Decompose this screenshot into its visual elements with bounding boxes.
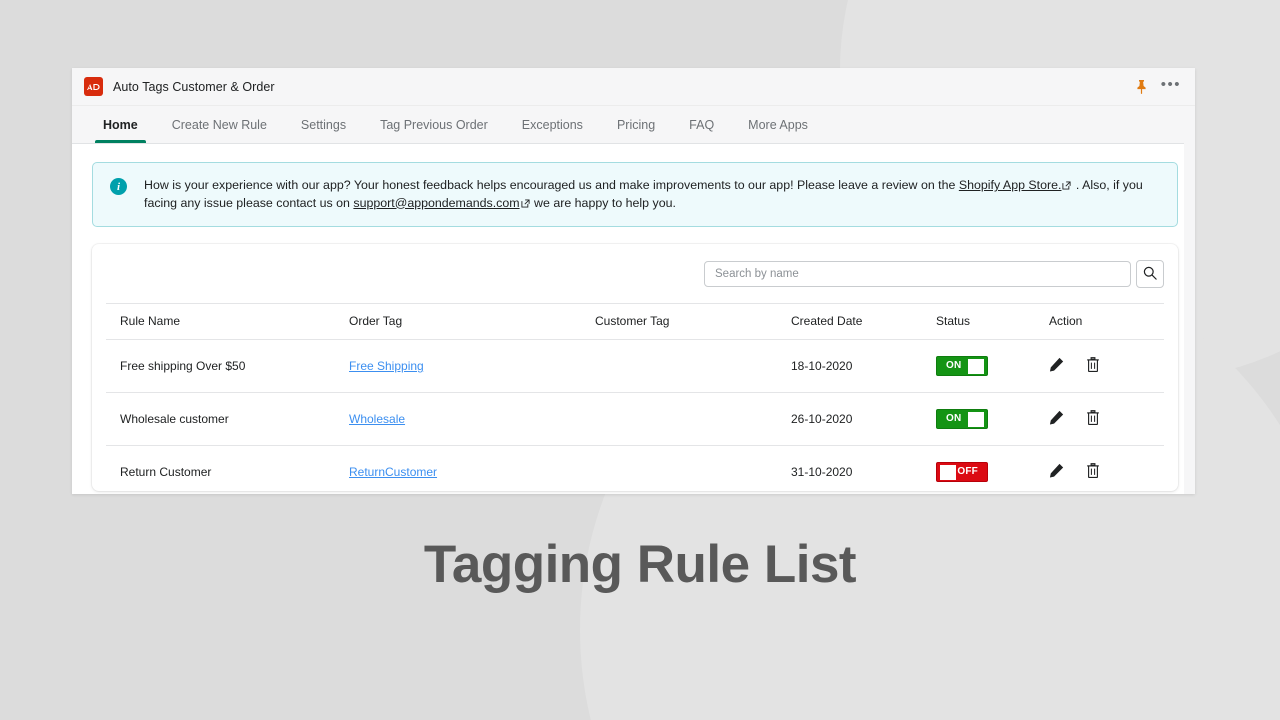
tab-more-apps-label: More Apps (748, 117, 808, 132)
tab-create-new-rule-label: Create New Rule (171, 117, 267, 132)
banner-text-3: we are happy to help you. (530, 195, 676, 210)
pencil-icon (1049, 463, 1064, 481)
tab-pricing[interactable]: Pricing (600, 106, 672, 143)
status-toggle[interactable]: OFF (936, 462, 988, 482)
tab-faq-label: FAQ (689, 117, 715, 132)
cell-action (1049, 445, 1164, 491)
cell-customer-tag (595, 392, 791, 446)
column-header-rule-name: Rule Name (106, 303, 349, 340)
external-link-icon-2 (521, 196, 530, 213)
cell-created-date: 18-10-2020 (791, 339, 936, 393)
tab-more-apps[interactable]: More Apps (731, 106, 825, 143)
column-header-order-tag: Order Tag (349, 303, 595, 340)
tab-home-label: Home (103, 117, 138, 132)
tab-pricing-label: Pricing (616, 117, 656, 132)
column-header-status: Status (936, 303, 1049, 340)
shopify-app-store-link[interactable]: Shopify App Store. (959, 178, 1062, 192)
column-header-action: Action (1049, 303, 1164, 340)
delete-button[interactable] (1086, 463, 1100, 481)
table-row: Wholesale customer Wholesale 26-10-2020 … (106, 392, 1164, 446)
external-link-icon (1062, 178, 1072, 195)
action-buttons (1049, 357, 1164, 375)
status-toggle[interactable]: ON (936, 409, 988, 429)
table-head: Rule Name Order Tag Customer Tag Created… (106, 303, 1164, 340)
delete-button[interactable] (1086, 410, 1100, 428)
page-body: i How is your experience with our app? Y… (72, 144, 1195, 493)
status-toggle-knob (940, 465, 956, 480)
tab-tag-previous-order-label: Tag Previous Order (380, 117, 488, 132)
search-input[interactable] (704, 261, 1131, 287)
cell-status: ON (936, 339, 1049, 393)
cell-customer-tag (595, 445, 791, 491)
info-icon: i (110, 178, 127, 195)
table-row: Free shipping Over $50 Free Shipping 18-… (106, 339, 1164, 393)
status-toggle[interactable]: ON (936, 356, 988, 376)
cell-order-tag: Free Shipping (349, 339, 595, 393)
edit-button[interactable] (1049, 357, 1064, 375)
status-toggle-label: ON (946, 360, 962, 371)
search-icon (1143, 266, 1157, 283)
cell-customer-tag (595, 339, 791, 393)
cell-order-tag: Wholesale (349, 392, 595, 446)
tab-settings-label: Settings (300, 117, 347, 132)
title-bar: Auto Tags Customer & Order ••• (72, 68, 1195, 106)
search-button[interactable] (1136, 260, 1164, 288)
action-buttons (1049, 463, 1164, 481)
edit-button[interactable] (1049, 463, 1064, 481)
order-tag-link[interactable]: ReturnCustomer (349, 465, 437, 479)
app-title: Auto Tags Customer & Order (113, 79, 275, 94)
table-body: Free shipping Over $50 Free Shipping 18-… (106, 339, 1164, 491)
table-row: Return Customer ReturnCustomer 31-10-202… (106, 445, 1164, 491)
cell-status: OFF (936, 445, 1049, 491)
cell-status: ON (936, 392, 1049, 446)
rules-card: Rule Name Order Tag Customer Tag Created… (92, 244, 1178, 491)
tab-create-new-rule[interactable]: Create New Rule (155, 106, 284, 143)
pin-icon[interactable] (1136, 79, 1147, 94)
cell-action (1049, 392, 1164, 446)
pencil-icon (1049, 410, 1064, 428)
trash-icon (1086, 357, 1100, 375)
trash-icon (1086, 463, 1100, 481)
nav-tabs: Home Create New Rule Settings Tag Previo… (72, 106, 1195, 144)
window-scrollbar[interactable] (1184, 106, 1195, 494)
support-email-link[interactable]: support@appondemands.com (353, 196, 519, 210)
column-header-created-date: Created Date (791, 303, 936, 340)
order-tag-link[interactable]: Free Shipping (349, 359, 424, 373)
tab-settings[interactable]: Settings (284, 106, 363, 143)
feedback-banner-text: How is your experience with our app? You… (144, 177, 1162, 212)
order-tag-link[interactable]: Wholesale (349, 412, 405, 426)
cell-order-tag: ReturnCustomer (349, 445, 595, 491)
edit-button[interactable] (1049, 410, 1064, 428)
app-logo-icon (84, 77, 103, 96)
search-row (106, 260, 1164, 303)
cell-rule-name: Return Customer (106, 445, 349, 491)
pencil-icon (1049, 357, 1064, 375)
status-toggle-knob (968, 359, 984, 374)
status-toggle-label: ON (946, 413, 962, 424)
cell-rule-name: Wholesale customer (106, 392, 349, 446)
action-buttons (1049, 410, 1164, 428)
trash-icon (1086, 410, 1100, 428)
column-header-customer-tag: Customer Tag (595, 303, 791, 340)
cell-created-date: 31-10-2020 (791, 445, 936, 491)
feedback-banner: i How is your experience with our app? Y… (92, 162, 1178, 227)
tab-faq[interactable]: FAQ (672, 106, 731, 143)
app-window: Auto Tags Customer & Order ••• Home Crea… (72, 68, 1195, 494)
page-caption: Tagging Rule List (423, 535, 857, 594)
more-options-icon[interactable]: ••• (1161, 77, 1181, 93)
status-toggle-knob (968, 412, 984, 427)
rules-table: Rule Name Order Tag Customer Tag Created… (106, 303, 1164, 491)
banner-text-1: How is your experience with our app? You… (144, 178, 959, 192)
cell-rule-name: Free shipping Over $50 (106, 339, 349, 393)
tab-exceptions[interactable]: Exceptions (505, 106, 600, 143)
cell-action (1049, 339, 1164, 393)
status-toggle-label: OFF (957, 466, 978, 477)
tab-home[interactable]: Home (86, 106, 155, 143)
tab-tag-previous-order[interactable]: Tag Previous Order (363, 106, 505, 143)
cell-created-date: 26-10-2020 (791, 392, 936, 446)
tab-exceptions-label: Exceptions (521, 117, 583, 132)
delete-button[interactable] (1086, 357, 1100, 375)
table-header-row: Rule Name Order Tag Customer Tag Created… (106, 303, 1164, 340)
